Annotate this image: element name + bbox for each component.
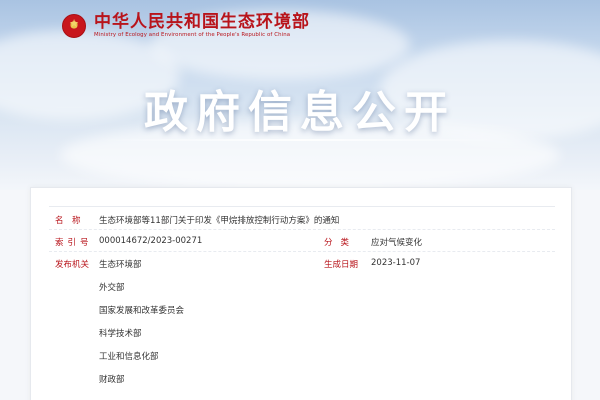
document-publisher-row: 发布机关 生成日期 2023-11-07 生态环境部 外交部 国家发展和改革委员… <box>49 252 555 396</box>
document-category-label: 分类 <box>324 238 358 248</box>
publisher-list: 生态环境部 外交部 国家发展和改革委员会 科学技术部 工业和信息化部 财政部 <box>49 258 555 396</box>
national-emblem-icon <box>62 13 86 38</box>
page-title: 政府信息公开 <box>144 87 456 138</box>
document-publisher-label: 发布机关 <box>55 260 90 270</box>
document-date-label: 生成日期 <box>324 260 359 270</box>
document-name-row: 名 称 生态环境部等11部门关于印发《甲烷排放控制行动方案》的通知 <box>49 207 555 230</box>
document-index-value: 000014672/2023-00271 <box>99 236 203 246</box>
hero-banner: 中华人民共和国生态环境部 Ministry of Ecology and Env… <box>0 0 600 190</box>
document-name-label: 名 称 <box>55 216 81 226</box>
publisher-item: 国家发展和改革委员会 <box>99 306 185 316</box>
publisher-item: 外交部 <box>99 283 125 293</box>
org-name-en: Ministry of Ecology and Environment of t… <box>94 32 291 38</box>
document-index-label: 索引号 <box>55 238 93 248</box>
publisher-item: 财政部 <box>99 375 125 385</box>
publisher-item: 科学技术部 <box>99 329 142 339</box>
document-info-table: 名 称 生态环境部等11部门关于印发《甲烷排放控制行动方案》的通知 索引号 00… <box>49 206 555 396</box>
document-date-value: 2023-11-07 <box>371 258 421 268</box>
document-info-panel: 名 称 生态环境部等11部门关于印发《甲烷排放控制行动方案》的通知 索引号 00… <box>30 187 572 400</box>
document-name-value: 生态环境部等11部门关于印发《甲烷排放控制行动方案》的通知 <box>99 216 340 226</box>
title-underline <box>95 139 505 141</box>
publisher-item: 工业和信息化部 <box>99 352 159 362</box>
document-index-row: 索引号 000014672/2023-00271 分类 应对气候变化 <box>49 230 555 252</box>
site-logo[interactable]: 中华人民共和国生态环境部 Ministry of Ecology and Env… <box>62 12 310 39</box>
document-category-value: 应对气候变化 <box>371 238 423 248</box>
org-name-cn: 中华人民共和国生态环境部 <box>94 12 310 32</box>
